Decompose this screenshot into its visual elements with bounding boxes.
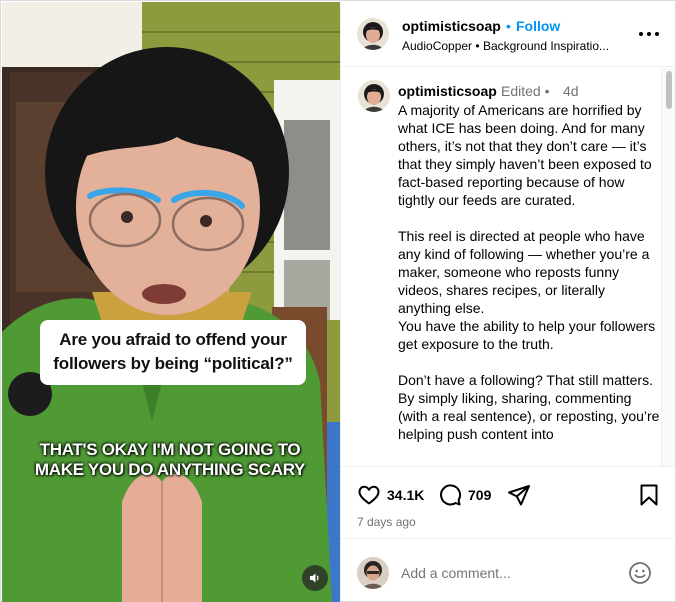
post-date[interactable]: 7 days ago (357, 515, 416, 529)
reel-video[interactable]: Are you afraid to offend your followers … (2, 2, 340, 602)
more-dot (655, 32, 659, 36)
comment-input[interactable] (401, 565, 621, 581)
caption-username[interactable]: optimisticsoap (398, 83, 497, 99)
post-timestamp[interactable]: 4d (563, 83, 579, 99)
subtitle-separator: • (475, 39, 480, 53)
avatar (357, 557, 389, 589)
caption-scroll-area[interactable]: optimisticsoap Edited • 4d A majority of… (341, 68, 676, 466)
caption-text: A majority of Americans are horrified by… (398, 102, 660, 442)
more-options-button[interactable] (639, 26, 659, 42)
audio-name[interactable]: AudioCopper (402, 39, 472, 53)
save-icon[interactable] (638, 483, 660, 507)
heart-icon[interactable] (357, 483, 381, 507)
scrollbar-thumb[interactable] (666, 71, 672, 109)
share-icon[interactable] (507, 483, 531, 507)
comment-icon[interactable] (438, 483, 462, 507)
edited-label: Edited • (501, 83, 550, 99)
audio-toggle-button[interactable] (302, 565, 328, 591)
scrollbar[interactable] (661, 68, 675, 466)
video-caption-question: Are you afraid to offend your followers … (40, 320, 306, 385)
separator-dot: • (506, 18, 511, 34)
comment-box (341, 538, 676, 602)
like-count[interactable]: 34.1K (387, 487, 424, 503)
avatar-image (357, 557, 389, 589)
emoji-icon[interactable] (628, 561, 652, 585)
avatar-image (358, 80, 390, 112)
post-author-username[interactable]: optimisticsoap (402, 18, 501, 34)
save-action[interactable] (638, 483, 660, 507)
audio-track-title[interactable]: Background Inspiratio... (483, 39, 609, 53)
like-action[interactable]: 34.1K (357, 483, 424, 507)
more-dot (647, 32, 651, 36)
avatar[interactable] (358, 80, 390, 112)
share-action[interactable] (507, 483, 531, 507)
avatar[interactable] (357, 18, 389, 50)
post-details-pane: optimisticsoap • Follow AudioCopper • Ba… (340, 2, 676, 602)
comment-action[interactable]: 709 (438, 483, 491, 507)
avatar-image (357, 18, 389, 50)
video-frame-illustration (2, 2, 340, 602)
follow-button[interactable]: Follow (516, 18, 560, 34)
reel-dialog: Are you afraid to offend your followers … (0, 0, 676, 602)
comment-count[interactable]: 709 (468, 487, 491, 503)
audio-subtitle[interactable]: AudioCopper • Background Inspiratio... (402, 39, 609, 53)
post-actions: 34.1K 709 7 days ago (341, 466, 676, 536)
video-caption-overlay: THAT'S OKAY I'M NOT GOING TO MAKE YOU DO… (34, 440, 306, 479)
speaker-icon (310, 573, 319, 583)
more-dot (639, 32, 643, 36)
post-header: optimisticsoap • Follow AudioCopper • Ba… (341, 2, 676, 67)
